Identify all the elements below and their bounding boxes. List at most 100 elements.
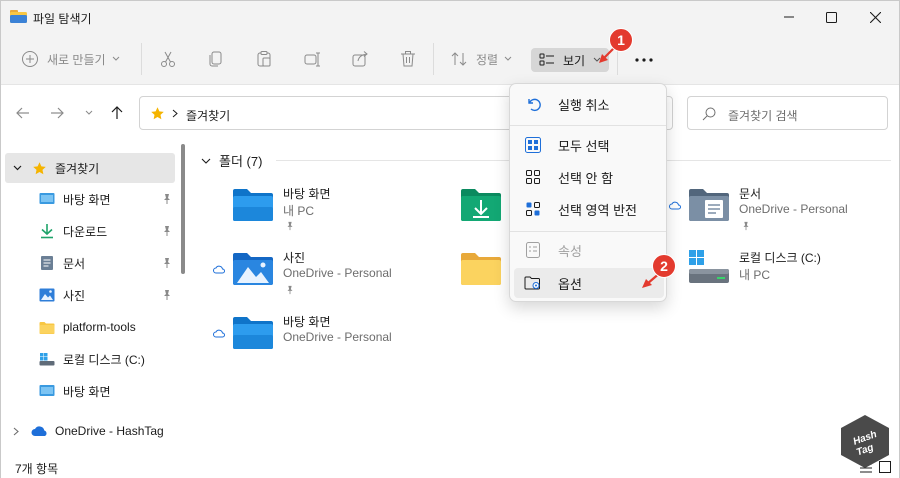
paste-icon xyxy=(257,51,271,67)
chevron-right-icon xyxy=(13,427,19,435)
title-bar: 파일 탐색기 xyxy=(1,1,899,33)
sort-button[interactable]: 정렬 xyxy=(451,47,512,71)
sidebar-item-platform-tools[interactable]: platform-tools xyxy=(5,312,175,342)
sort-button-label: 정렬 xyxy=(476,52,499,67)
pin-icon xyxy=(287,285,293,295)
tile-name: 바탕 화면 xyxy=(283,187,331,201)
menu-separator xyxy=(510,125,666,126)
hashtag-watermark-logo: Hash Tag xyxy=(841,415,889,468)
paste-button[interactable] xyxy=(255,47,273,71)
folder-tile-pictures[interactable]: 사진 OneDrive - Personal xyxy=(191,247,411,303)
pictures-icon xyxy=(39,288,55,302)
folder-tile-onedrive-desktop[interactable]: 바탕 화면 OneDrive - Personal xyxy=(191,311,411,367)
annotation-badge-1: 1 xyxy=(609,28,633,52)
pin-icon[interactable] xyxy=(161,257,173,269)
maximize-button[interactable] xyxy=(809,1,853,33)
chevron-down-icon xyxy=(112,56,119,61)
sidebar-item-documents[interactable]: 문서 xyxy=(5,248,175,278)
menu-item-undo[interactable]: 실행 취소 xyxy=(514,89,664,119)
pin-icon[interactable] xyxy=(161,225,173,237)
navigation-bar: 즐겨찾기 즐겨찾기 검색 xyxy=(1,86,899,140)
cut-button[interactable] xyxy=(159,47,177,71)
pin-icon[interactable] xyxy=(161,193,173,205)
menu-item-label: 속성 xyxy=(558,243,582,259)
cloud-icon xyxy=(213,265,225,274)
tile-name: 바탕 화면 xyxy=(283,315,331,329)
status-bar: 7개 항목 xyxy=(1,457,899,478)
sidebar-item-favorites[interactable]: 즐겨찾기 xyxy=(5,153,175,183)
scissors-icon xyxy=(161,51,175,67)
menu-item-select-all[interactable]: 모두 선택 xyxy=(514,130,664,160)
sidebar-item-local-disk[interactable]: 로컬 디스크 (C:) xyxy=(5,344,175,374)
view-list-icon xyxy=(539,53,554,66)
sort-icon xyxy=(451,52,467,66)
desktop-folder-icon xyxy=(233,189,273,221)
navigation-pane: 즐겨찾기 바탕 화면 다운로드 문서 사진 platform-tools 로컬 … xyxy=(1,141,191,457)
minimize-button[interactable] xyxy=(767,1,811,33)
recent-locations-button[interactable] xyxy=(81,105,97,121)
pin-icon xyxy=(743,221,749,231)
rename-icon xyxy=(304,52,320,67)
sidebar-item-downloads[interactable]: 다운로드 xyxy=(5,216,175,246)
more-options-button[interactable] xyxy=(629,48,659,72)
plus-circle-icon xyxy=(22,51,38,67)
menu-item-label: 모두 선택 xyxy=(558,138,610,154)
desktop-folder-icon xyxy=(233,317,273,349)
drive-icon xyxy=(689,250,729,283)
sidebar-item-onedrive[interactable]: OneDrive - HashTag xyxy=(5,416,175,446)
document-icon xyxy=(41,256,53,270)
properties-icon xyxy=(524,241,542,259)
search-input[interactable]: 즐겨찾기 검색 xyxy=(687,96,888,130)
arrow-left-icon xyxy=(16,107,29,119)
copy-icon xyxy=(209,51,222,67)
group-title: 폴더 (7) xyxy=(219,154,263,169)
undo-icon xyxy=(524,95,542,113)
arrow-right-icon xyxy=(51,107,64,119)
pictures-folder-icon xyxy=(233,253,273,285)
sidebar-scrollbar[interactable] xyxy=(181,144,185,274)
drive-icon xyxy=(39,353,55,366)
tile-name: 로컬 디스크 (C:) xyxy=(739,251,821,265)
cloud-icon xyxy=(213,329,225,338)
sidebar-item-label: 바탕 화면 xyxy=(63,192,111,207)
desktop-icon xyxy=(39,193,55,204)
group-header-folders[interactable]: 폴더 (7) xyxy=(201,151,262,170)
select-all-icon xyxy=(524,136,542,154)
up-button[interactable] xyxy=(109,105,125,121)
file-explorer-window: 파일 탐색기 새로 만들기 정렬 보기 즐겨찾기 즐겨찾기 검색 즐겨찾기 바탕… xyxy=(0,0,900,478)
tile-location: OneDrive - Personal xyxy=(739,202,848,216)
new-button[interactable]: 새로 만들기 xyxy=(21,47,120,71)
close-button[interactable] xyxy=(853,1,897,33)
back-button[interactable] xyxy=(15,105,31,121)
folder-tile-local-disk[interactable]: 로컬 디스크 (C:) 내 PC xyxy=(647,247,867,303)
sidebar-item-pictures[interactable]: 사진 xyxy=(5,280,175,310)
copy-button[interactable] xyxy=(207,47,225,71)
sidebar-item-desktop[interactable]: 바탕 화면 xyxy=(5,184,175,214)
share-button[interactable] xyxy=(351,47,369,71)
menu-item-select-none[interactable]: 선택 안 함 xyxy=(514,162,664,192)
toolbar-separator xyxy=(433,43,434,75)
forward-button[interactable] xyxy=(49,105,65,121)
folder-tile-documents[interactable]: 문서 OneDrive - Personal xyxy=(647,183,867,239)
sidebar-item-desktop-2[interactable]: 바탕 화면 xyxy=(5,376,175,406)
menu-item-label: 선택 영역 반전 xyxy=(558,202,637,218)
cloud-icon xyxy=(669,201,681,210)
tile-location: 내 PC xyxy=(739,268,771,282)
address-path: 즐겨찾기 xyxy=(186,109,231,123)
download-icon xyxy=(41,224,53,239)
pin-icon xyxy=(287,221,293,231)
documents-folder-icon xyxy=(689,189,729,221)
menu-item-properties: 속성 xyxy=(514,235,664,265)
tile-location: 내 PC xyxy=(283,204,315,218)
pin-icon[interactable] xyxy=(161,289,173,301)
window-title: 파일 탐색기 xyxy=(33,12,92,26)
delete-button[interactable] xyxy=(399,47,417,71)
menu-item-invert-selection[interactable]: 선택 영역 반전 xyxy=(514,194,664,224)
share-icon xyxy=(352,51,368,67)
folder-tile-desktop[interactable]: 바탕 화면 내 PC xyxy=(191,183,411,239)
sidebar-item-label: 바탕 화면 xyxy=(63,384,111,399)
chevron-down-icon xyxy=(504,56,512,61)
breadcrumb-chevron-icon xyxy=(172,109,178,118)
desktop-icon xyxy=(39,385,55,396)
rename-button[interactable] xyxy=(303,47,321,71)
